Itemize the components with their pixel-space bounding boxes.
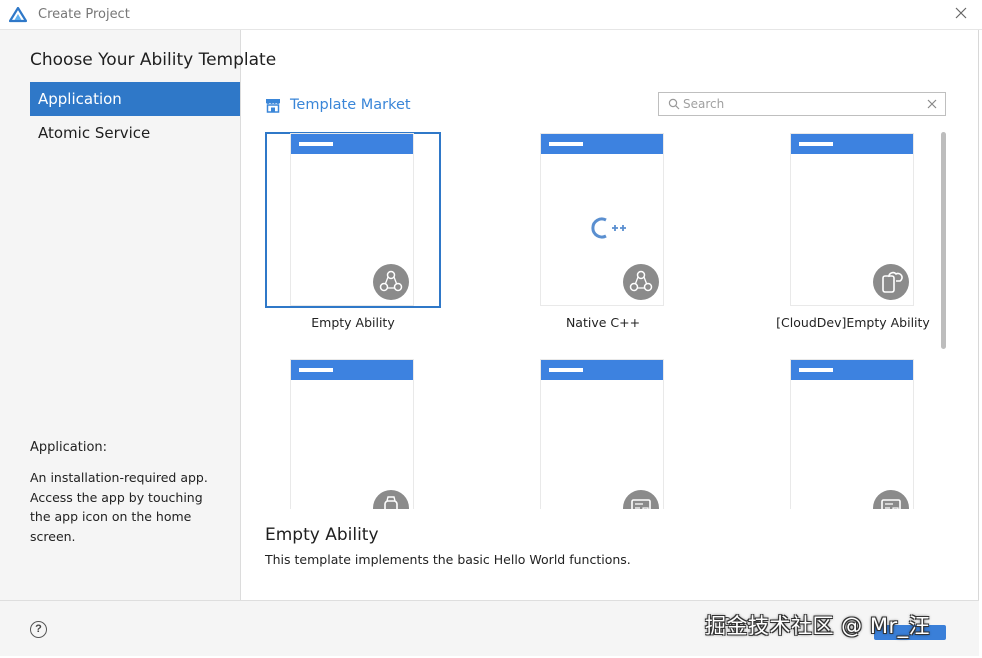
category-description-title: Application:	[30, 440, 108, 455]
scrollbar-thumb[interactable]	[941, 132, 946, 349]
selected-template-name: Empty Ability	[265, 525, 379, 545]
deveco-logo-icon	[9, 7, 27, 23]
cpp-icon	[591, 217, 626, 239]
template-market-label: Template Market	[290, 97, 411, 113]
tablet-icon	[873, 490, 909, 509]
store-icon	[266, 99, 280, 113]
tablet-icon	[623, 490, 659, 509]
category-description-text: An installation-required app. Access the…	[30, 470, 208, 544]
template-market-link[interactable]: Template Market	[265, 95, 411, 115]
cloud-device-icon	[873, 264, 909, 300]
ability-nodes-icon	[623, 264, 659, 300]
watermark: 掘金技术社区 @ Mr_汪	[705, 614, 931, 638]
template-card-native-cpp[interactable]: Native C++	[515, 132, 691, 330]
template-label: [CloudDev]Empty Ability	[776, 315, 930, 330]
preview-header	[291, 134, 413, 154]
selected-template-description: This template implements the basic Hello…	[265, 552, 631, 567]
template-card-wearable[interactable]	[265, 358, 441, 509]
template-card-tablet[interactable]	[515, 358, 691, 509]
template-preview	[791, 360, 913, 509]
close-icon[interactable]	[954, 6, 968, 20]
template-label: Native C++	[565, 315, 641, 330]
search-input[interactable]	[683, 95, 919, 113]
template-card-empty-ability[interactable]: Empty Ability	[265, 132, 441, 330]
category-application[interactable]: Application	[30, 82, 240, 116]
template-card-clouddev-empty-ability[interactable]: [CloudDev]Empty Ability	[765, 132, 940, 330]
page-title: Choose Your Ability Template	[30, 50, 277, 70]
template-card-tablet-2[interactable]	[765, 358, 940, 509]
preview-header	[291, 360, 413, 380]
preview-header	[791, 134, 913, 154]
search-box	[658, 92, 946, 116]
template-grid: Empty Ability Native C++ [CloudDev]Empty…	[250, 126, 940, 509]
category-atomic-service[interactable]: Atomic Service	[30, 116, 240, 150]
title-bar: Create Project	[0, 0, 982, 30]
ability-nodes-icon	[373, 264, 409, 300]
search-icon	[668, 98, 680, 110]
preview-header	[541, 134, 663, 154]
template-preview	[541, 360, 663, 509]
preview-header	[541, 360, 663, 380]
help-button[interactable]: ?	[30, 621, 47, 638]
clear-search-icon[interactable]	[926, 98, 938, 110]
preview-header	[791, 360, 913, 380]
window-title: Create Project	[38, 7, 130, 22]
template-preview	[291, 360, 413, 509]
template-label: Empty Ability	[311, 315, 395, 330]
watch-icon	[373, 490, 409, 509]
